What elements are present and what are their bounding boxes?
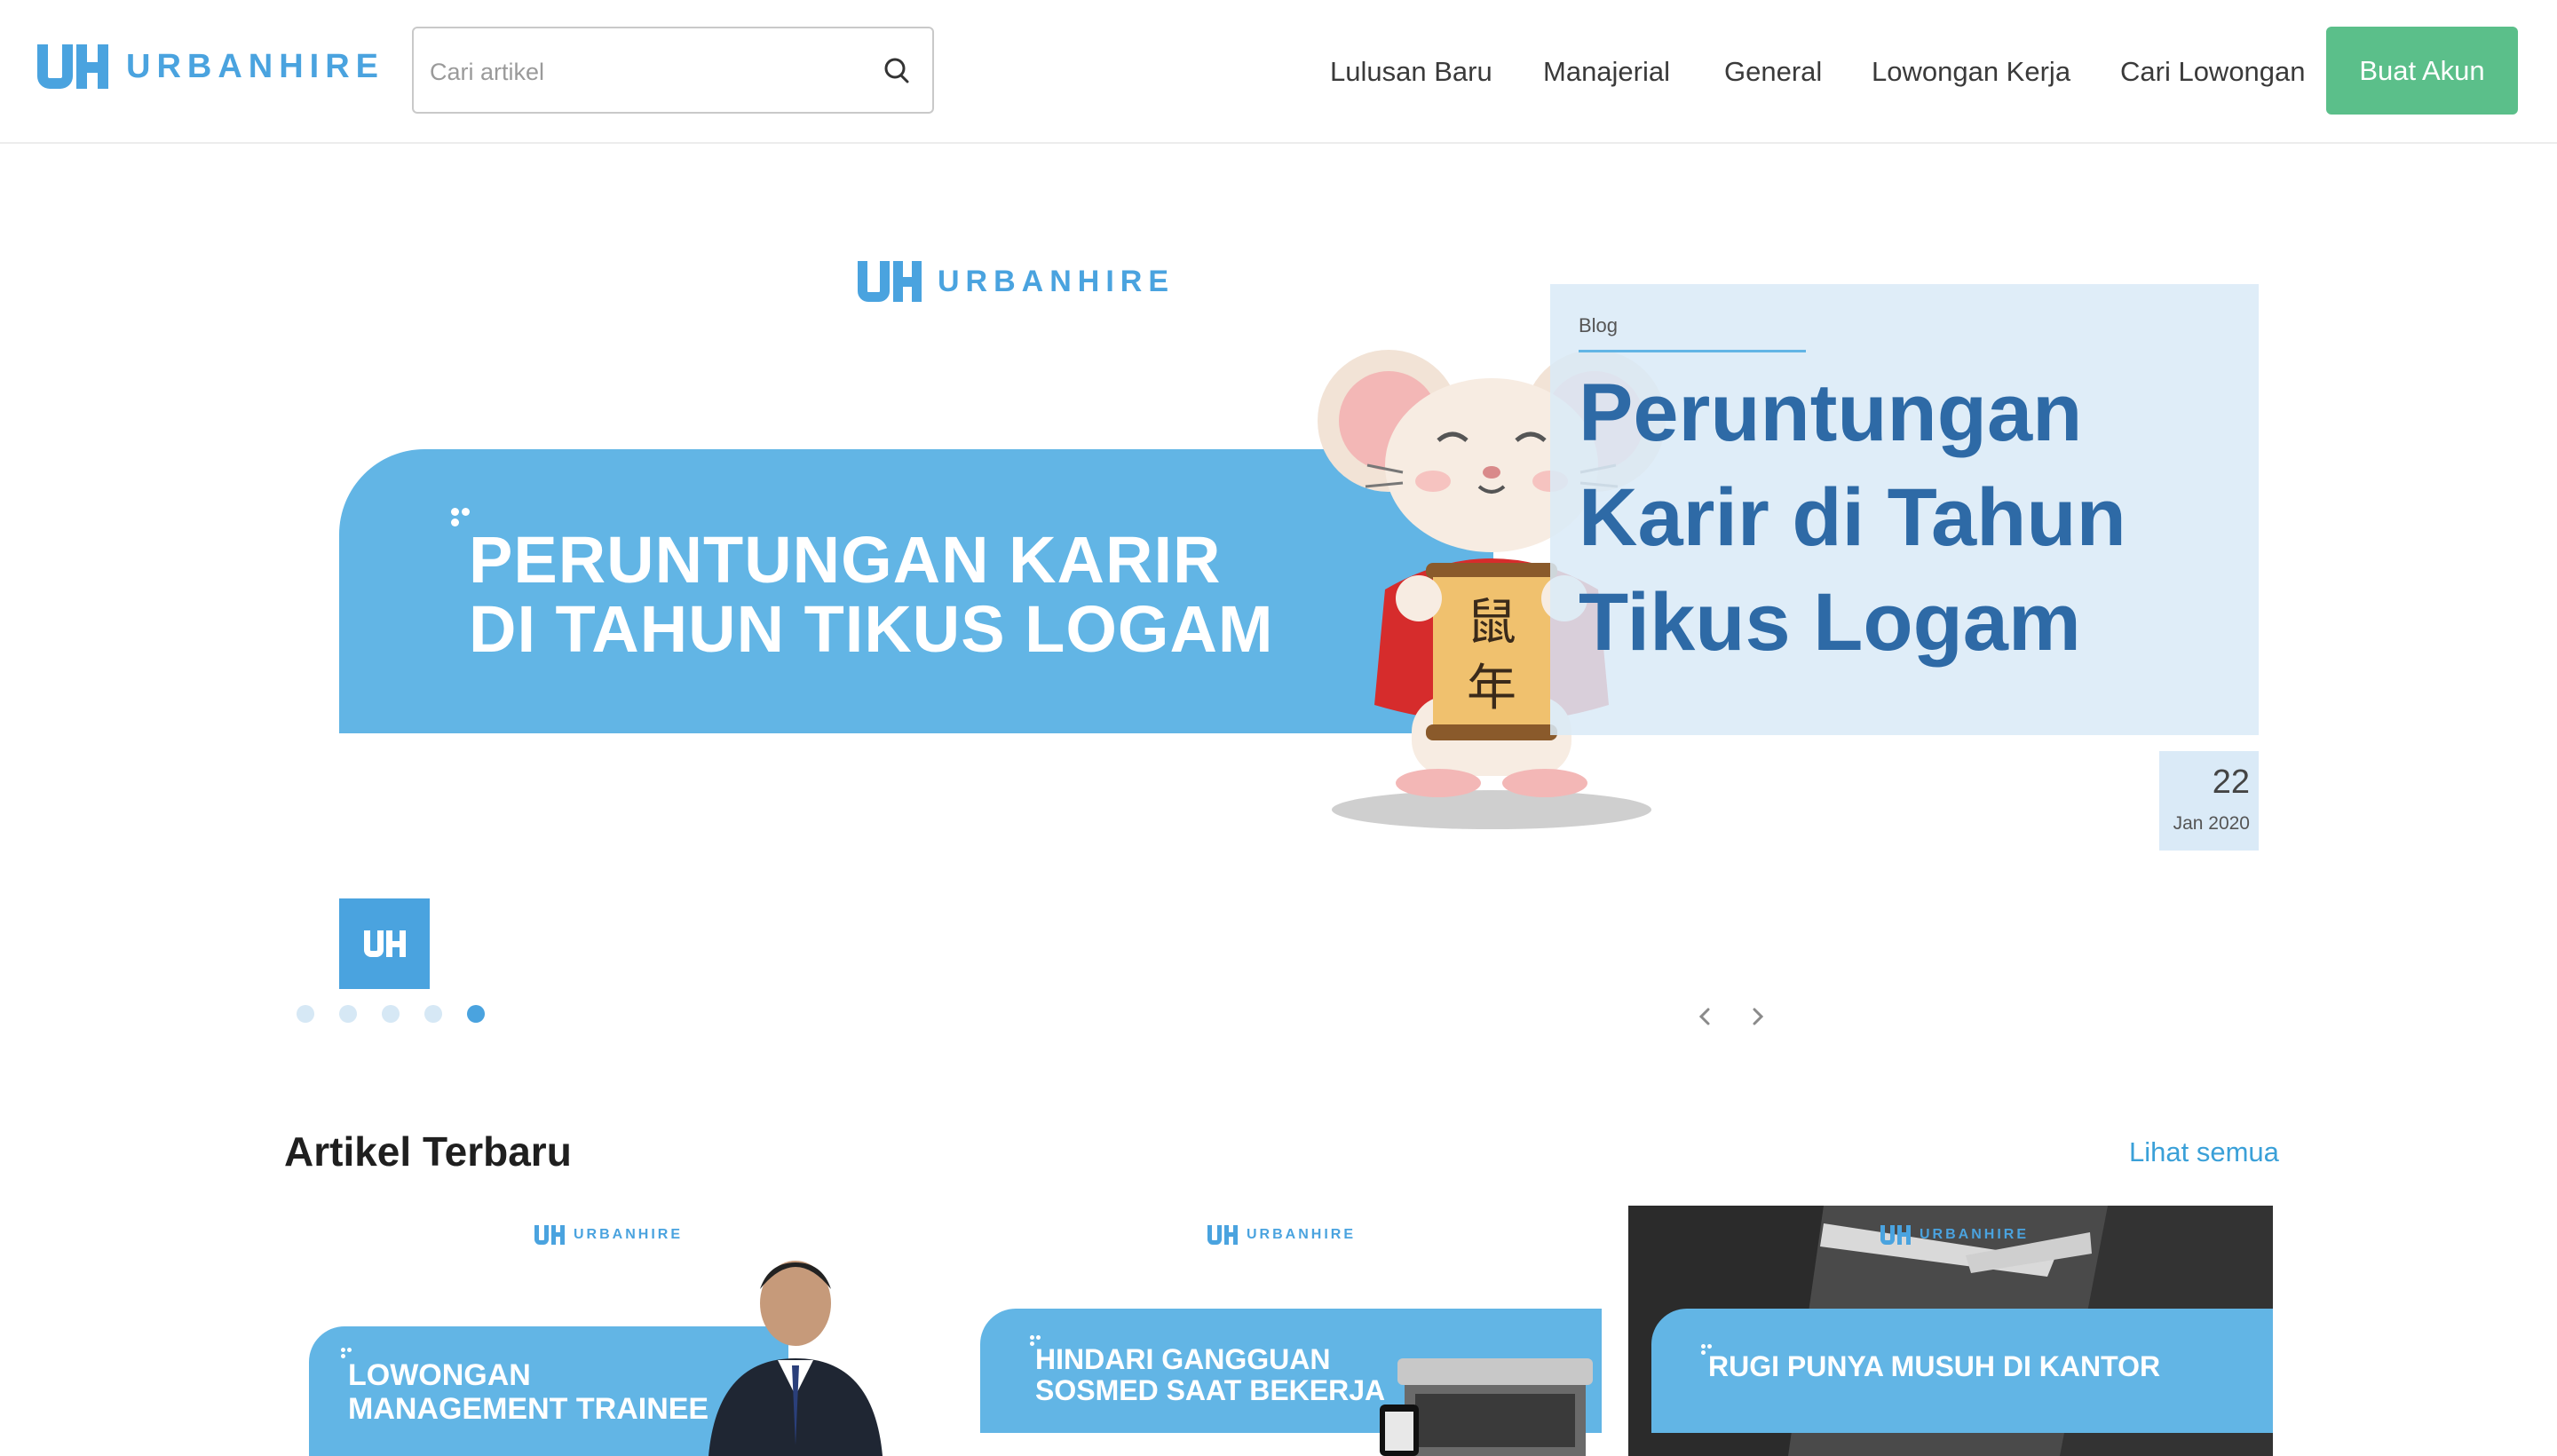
featured-article-title[interactable]: Peruntungan Karir di Tahun Tikus Logam [1579, 360, 2236, 675]
article-category[interactable]: Blog [1579, 314, 1618, 337]
card-brand-logo: URBANHIRE [1880, 1225, 2029, 1245]
card-brand-name: URBANHIRE [1920, 1227, 2029, 1242]
article-card[interactable]: URBANHIRE RUGI PUNYA MUSUH DI KANTOR [1628, 1206, 2273, 1456]
hero-carousel: URBANHIRE PERUNTUNGAN KARIR DI TAHUN TIK… [0, 142, 2557, 1048]
nav-lowongan-kerja[interactable]: Lowongan Kerja [1872, 48, 2070, 96]
hero-brand-logo: URBANHIRE [858, 261, 1175, 302]
carousel-pagination [297, 1005, 510, 1023]
date-month-year: Jan 2020 [2173, 813, 2250, 834]
date-day: 22 [2212, 764, 2250, 801]
search-box [412, 27, 934, 114]
article-card[interactable]: URBANHIRE HINDARI GANGGUAN SOSMED SAAT B… [980, 1206, 1625, 1456]
nav-cari-lowongan[interactable]: Cari Lowongan [2120, 48, 2306, 96]
uh-logo-icon [858, 261, 922, 302]
brand-logo[interactable]: URBANHIRE [37, 44, 384, 89]
nav-general[interactable]: General [1724, 48, 1822, 96]
latest-articles-heading: Artikel Terbaru [284, 1128, 572, 1175]
article-card[interactable]: URBANHIRE LOWONGAN MANAGEMENT TRAINEE [284, 1206, 929, 1456]
search-input[interactable] [428, 50, 858, 94]
category-underline [1579, 350, 1806, 352]
nav-manajerial[interactable]: Manajerial [1543, 48, 1670, 96]
carousel-dot[interactable] [297, 1005, 314, 1023]
scroll-char-1: 鼠 [1467, 594, 1516, 652]
laptop-photo-illustration [1380, 1358, 1593, 1456]
card-title-line1: RUGI PUNYA MUSUH DI KANTOR [1708, 1350, 2161, 1382]
hero-brand-name: URBANHIRE [938, 264, 1175, 298]
carousel-dot-active[interactable] [467, 1005, 485, 1023]
carousel-dot[interactable] [424, 1005, 442, 1023]
site-header: URBANHIRE Lulusan Baru Manajerial Genera… [0, 0, 2557, 144]
hero-banner-title-line2: DI TAHUN TIKUS LOGAM [469, 592, 1274, 666]
uh-logo-icon [1880, 1225, 1911, 1245]
card-brand-logo: URBANHIRE [534, 1225, 683, 1245]
chevron-right-icon[interactable] [1742, 1001, 1772, 1032]
card-brand-name: URBANHIRE [1247, 1227, 1356, 1242]
see-all-link[interactable]: Lihat semua [2129, 1136, 2279, 1168]
card-title: RUGI PUNYA MUSUH DI KANTOR [1708, 1351, 2259, 1382]
uh-logo-icon [534, 1225, 565, 1245]
card-title-band: RUGI PUNYA MUSUH DI KANTOR [1651, 1309, 2273, 1433]
person-photo-illustration [709, 1261, 883, 1456]
carousel-dot[interactable] [339, 1005, 357, 1023]
article-date-badge: 22 Jan 2020 [2159, 751, 2259, 851]
uh-logo-icon [37, 44, 108, 89]
featured-article-card[interactable]: Blog Peruntungan Karir di Tahun Tikus Lo… [1550, 284, 2259, 735]
nav-lulusan-baru[interactable]: Lulusan Baru [1330, 48, 1492, 96]
scroll-char-2: 年 [1467, 660, 1516, 717]
chevron-left-icon[interactable] [1690, 1001, 1721, 1032]
uh-badge-icon [339, 898, 430, 989]
hero-banner-title: PERUNTUNGAN KARIR DI TAHUN TIKUS LOGAM [469, 526, 1357, 664]
hero-banner-title-line1: PERUNTUNGAN KARIR [469, 523, 1222, 597]
card-brand-logo: URBANHIRE [1207, 1225, 1356, 1245]
brand-name: URBANHIRE [126, 47, 384, 85]
uh-logo-icon [1207, 1225, 1238, 1245]
create-account-button[interactable]: Buat Akun [2326, 27, 2518, 115]
carousel-dot[interactable] [382, 1005, 400, 1023]
search-icon[interactable] [879, 53, 914, 89]
card-brand-name: URBANHIRE [574, 1227, 683, 1242]
